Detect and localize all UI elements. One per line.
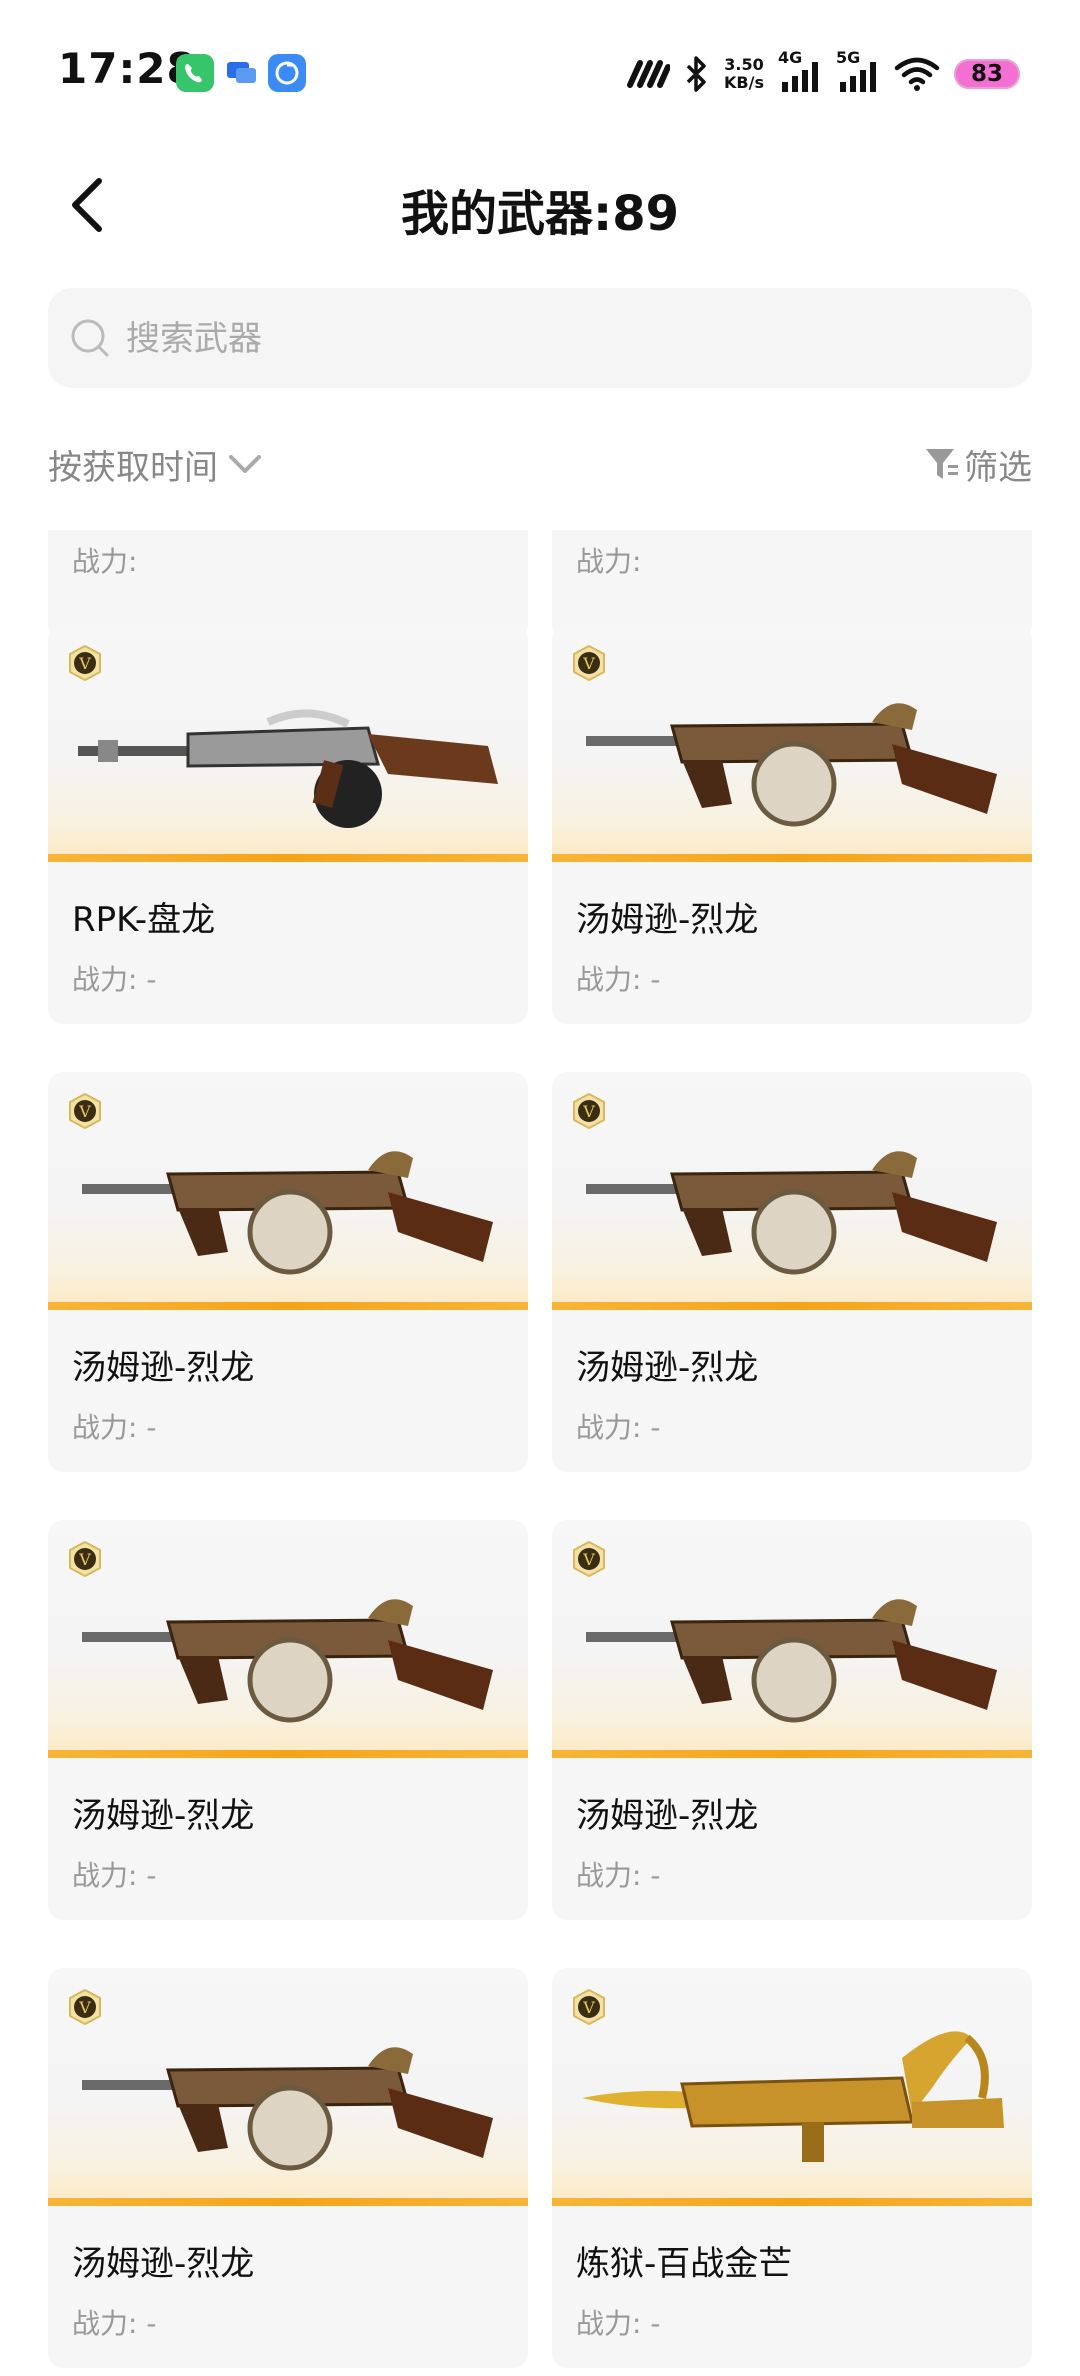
- svg-text:V: V: [582, 1102, 595, 1121]
- smg-icon: [82, 2047, 493, 2171]
- page-title: 我的武器:89: [401, 186, 679, 242]
- cell-signal-5g: 5G: [836, 48, 880, 96]
- weapon-name: RPK-盘龙: [72, 900, 216, 940]
- search-icon: [71, 319, 109, 357]
- weapon-power: 战力: -: [576, 1411, 661, 1444]
- weapon-power: 战力: -: [576, 2307, 661, 2340]
- weapon-power: 战力: -: [576, 963, 661, 996]
- weapon-power: 战力: -: [72, 1859, 157, 1892]
- filter-label: 筛选: [964, 447, 1032, 488]
- sort-label: 按获取时间: [48, 447, 218, 488]
- weapon-power: 战力:: [576, 545, 642, 578]
- wifi-icon: [894, 57, 940, 91]
- weapon-power: 战力:: [72, 545, 138, 578]
- battery-indicator: 83: [954, 59, 1020, 89]
- message-app-icon: [222, 54, 260, 92]
- svg-text:V: V: [582, 1550, 595, 1569]
- weapon-name: 汤姆逊-烈龙: [72, 1796, 255, 1836]
- weapon-image: V: [48, 624, 528, 862]
- weapon-grid: 战力: 战力: V RPK-盘龙 战力: - V 汤姆逊-烈龙 战力: - V …: [0, 530, 1080, 2376]
- svg-text:V: V: [582, 654, 595, 673]
- smg-icon: [82, 1151, 493, 1275]
- smg-icon: [586, 1599, 997, 1723]
- svg-text:V: V: [78, 1998, 91, 2017]
- weapon-name: 汤姆逊-烈龙: [72, 1348, 255, 1388]
- weapon-image: V: [48, 1968, 528, 2206]
- weapon-name: 汤姆逊-烈龙: [576, 1348, 759, 1388]
- weapon-card[interactable]: V 汤姆逊-烈龙 战力: -: [552, 624, 1032, 1024]
- weapon-power: 战力: -: [72, 963, 157, 996]
- search-bar[interactable]: [48, 288, 1032, 390]
- weapon-image: V: [48, 1072, 528, 1310]
- weapon-card[interactable]: V 汤姆逊-烈龙 战力: -: [552, 1520, 1032, 1920]
- weapon-card[interactable]: V 汤姆逊-烈龙 战力: -: [552, 1072, 1032, 1472]
- weapon-card[interactable]: V 汤姆逊-烈龙 战力: -: [48, 1072, 528, 1472]
- weapon-name: 汤姆逊-烈龙: [576, 1796, 759, 1836]
- network-speed: 3.50 KB/s: [724, 55, 764, 92]
- weapon-image: V: [48, 1520, 528, 1758]
- page-header: 我的武器:89: [0, 140, 1080, 270]
- weapon-image: V: [552, 1072, 1032, 1310]
- filter-icon: [926, 449, 958, 479]
- signal-icon: [627, 60, 671, 88]
- weapon-image: V: [552, 1520, 1032, 1758]
- smg-icon: [82, 1599, 493, 1723]
- rifle-icon: [78, 709, 498, 828]
- status-bar: 17:28 3.50 KB/s 4G 5G 83: [0, 0, 1080, 120]
- smg-icon: [586, 1151, 997, 1275]
- weapon-card[interactable]: V RPK-盘龙 战力: -: [48, 624, 528, 1024]
- smg-icon: [586, 703, 997, 827]
- weapon-name: 汤姆逊-烈龙: [576, 900, 759, 940]
- weapon-image: V: [552, 1968, 1032, 2206]
- bluetooth-icon: [686, 56, 706, 92]
- sort-dropdown[interactable]: 按获取时间: [48, 436, 262, 492]
- filter-button[interactable]: 筛选: [924, 436, 1032, 492]
- svg-text:V: V: [582, 1998, 595, 2017]
- svg-text:V: V: [78, 1550, 91, 1569]
- weapon-card[interactable]: V 汤姆逊-烈龙 战力: -: [48, 1968, 528, 2368]
- weapon-power: 战力: -: [72, 1411, 157, 1444]
- golden-rifle-icon: [582, 2031, 1004, 2162]
- cell-signal-4g: 4G: [778, 48, 822, 96]
- weapon-name: 炼狱-百战金芒: [576, 2244, 793, 2284]
- weapon-card[interactable]: V 汤姆逊-烈龙 战力: -: [48, 1520, 528, 1920]
- weapon-name: 汤姆逊-烈龙: [72, 2244, 255, 2284]
- cloud-app-icon: [268, 54, 306, 92]
- search-input[interactable]: [124, 288, 1008, 390]
- status-icons: 3.50 KB/s 4G 5G 83: [626, 48, 1020, 98]
- weapon-image: V: [552, 624, 1032, 862]
- svg-text:V: V: [78, 654, 91, 673]
- phone-app-icon: [176, 54, 214, 92]
- weapon-card[interactable]: V 炼狱-百战金芒 战力: -: [552, 1968, 1032, 2368]
- weapon-power: 战力: -: [72, 2307, 157, 2340]
- weapon-power: 战力: -: [576, 1859, 661, 1892]
- chevron-down-icon: [229, 455, 261, 473]
- svg-text:V: V: [78, 1102, 91, 1121]
